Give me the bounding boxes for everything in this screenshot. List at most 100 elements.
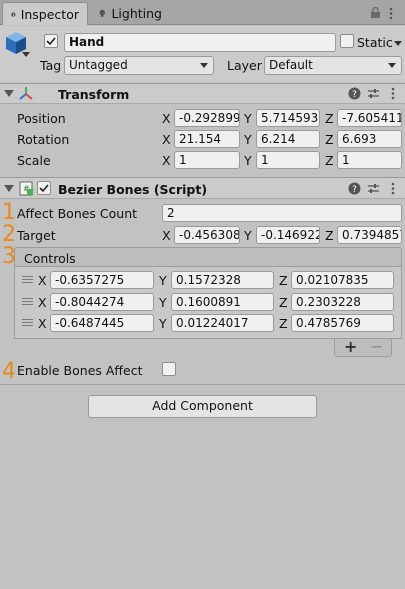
script-title: Bezier Bones (Script) (58, 182, 208, 197)
drag-handle-icon[interactable] (22, 298, 33, 305)
position-y-field[interactable]: 5.714593e (256, 109, 320, 127)
annotation-4: 4 (2, 359, 16, 384)
tab-bar: Inspector Lighting (0, 0, 405, 25)
help-icon[interactable]: ? (348, 182, 361, 195)
foldout-arrow-icon[interactable] (4, 90, 14, 97)
add-component-button[interactable]: Add Component (88, 395, 317, 418)
axis-y-label: Y (244, 228, 252, 243)
scale-z-field[interactable]: 1 (337, 151, 402, 169)
axis-x-label: X (38, 316, 47, 331)
preset-sliders-icon[interactable] (367, 182, 380, 195)
scale-label: Scale (17, 153, 51, 168)
tag-label: Tag (40, 58, 62, 73)
position-label: Position (17, 111, 66, 126)
axis-y-label: Y (244, 111, 252, 126)
chevron-down-icon (388, 63, 396, 68)
component-menu-icon[interactable] (390, 182, 396, 195)
position-z-field[interactable]: -7.605411 (337, 109, 402, 127)
tag-value: Untagged (69, 58, 128, 72)
target-z-field[interactable]: 0.7394857 (337, 226, 402, 244)
script-file-icon: # (19, 181, 33, 196)
help-icon[interactable]: ? (348, 87, 361, 100)
rotation-x-field[interactable]: 21.154 (174, 130, 240, 148)
drag-handle-icon[interactable] (22, 276, 33, 283)
enable-bones-affect-label: Enable Bones Affect (17, 363, 143, 378)
position-x-field[interactable]: -0.292899 (174, 109, 240, 127)
remove-element-button[interactable]: − (370, 337, 383, 356)
scale-y-field[interactable]: 1 (256, 151, 320, 169)
axis-z-label: Z (325, 111, 334, 126)
active-checkbox[interactable] (44, 34, 58, 48)
preset-sliders-icon[interactable] (367, 87, 380, 100)
control-0-z-field[interactable]: 0.02107835 (291, 271, 394, 289)
script-enabled-checkbox[interactable] (37, 181, 51, 195)
axis-y-label: Y (159, 316, 167, 331)
name-input[interactable]: Hand (64, 33, 336, 52)
axis-z-label: Z (325, 153, 334, 168)
divider (0, 384, 405, 385)
control-1-x-field[interactable]: -0.8044274 (50, 293, 154, 311)
axis-x-label: X (162, 111, 171, 126)
check-icon (46, 37, 56, 46)
control-2-y-field[interactable]: 0.01224017 (171, 314, 274, 332)
axis-x-label: X (38, 273, 47, 288)
layer-value: Default (269, 58, 313, 72)
check-icon (39, 184, 49, 193)
control-1-z-field[interactable]: 0.2303228 (291, 293, 394, 311)
rotation-label: Rotation (17, 132, 70, 147)
svg-text:?: ? (352, 90, 357, 100)
control-0-y-field[interactable]: 0.1572328 (171, 271, 274, 289)
axis-x-label: X (162, 132, 171, 147)
axis-z-label: Z (279, 273, 288, 288)
control-2-z-field[interactable]: 0.4785769 (291, 314, 394, 332)
static-checkbox[interactable] (340, 34, 354, 48)
tab-label: Inspector (20, 6, 79, 22)
annotation-2: 2 (2, 222, 16, 247)
control-0-x-field[interactable]: -0.6357275 (50, 271, 154, 289)
target-label: Target (17, 228, 56, 243)
enable-bones-affect-checkbox[interactable] (162, 362, 176, 376)
target-x-field[interactable]: -0.456308 (174, 226, 240, 244)
axis-z-label: Z (279, 295, 288, 310)
axis-x-label: X (162, 153, 171, 168)
more-menu-icon[interactable] (388, 7, 394, 20)
axis-y-label: Y (159, 273, 167, 288)
control-1-y-field[interactable]: 0.1600891 (171, 293, 274, 311)
target-y-field[interactable]: -0.146922 (256, 226, 320, 244)
tag-dropdown[interactable]: Untagged (64, 56, 214, 75)
annotation-1: 1 (2, 200, 16, 225)
control-2-x-field[interactable]: -0.6487445 (50, 314, 154, 332)
tab-label: Lighting (111, 6, 162, 21)
svg-text:?: ? (352, 185, 357, 195)
axis-z-label: Z (325, 132, 334, 147)
layer-label: Layer (227, 58, 262, 73)
lock-icon[interactable] (370, 7, 381, 19)
foldout-arrow-icon[interactable] (4, 185, 14, 192)
tab-inspector[interactable]: Inspector (2, 2, 88, 25)
chevron-down-icon (200, 63, 208, 68)
static-label: Static (357, 35, 393, 50)
axis-y-label: Y (244, 153, 252, 168)
axis-x-label: X (38, 295, 47, 310)
transform-title: Transform (58, 87, 130, 102)
axis-x-label: X (162, 228, 171, 243)
scale-x-field[interactable]: 1 (174, 151, 240, 169)
affect-bones-count-label: Affect Bones Count (17, 206, 138, 221)
drag-handle-icon[interactable] (22, 319, 33, 326)
axis-y-label: Y (244, 132, 252, 147)
bulb-icon (99, 9, 105, 17)
static-dropdown-caret-icon[interactable] (394, 41, 402, 46)
rotation-y-field[interactable]: 6.214 (256, 130, 320, 148)
axis-y-label: Y (159, 295, 167, 310)
transform-axes-icon (19, 87, 33, 100)
axis-z-label: Z (279, 316, 288, 331)
rotation-z-field[interactable]: 6.693 (337, 130, 402, 148)
affect-bones-count-field[interactable]: 2 (162, 204, 402, 222)
add-element-button[interactable]: + (344, 337, 357, 356)
tab-lighting[interactable]: Lighting (90, 2, 170, 25)
layer-dropdown[interactable]: Default (264, 56, 402, 75)
axis-z-label: Z (325, 228, 334, 243)
icon-dropdown-caret-icon[interactable] (22, 52, 30, 57)
component-menu-icon[interactable] (390, 87, 396, 100)
controls-label: Controls (24, 251, 76, 266)
